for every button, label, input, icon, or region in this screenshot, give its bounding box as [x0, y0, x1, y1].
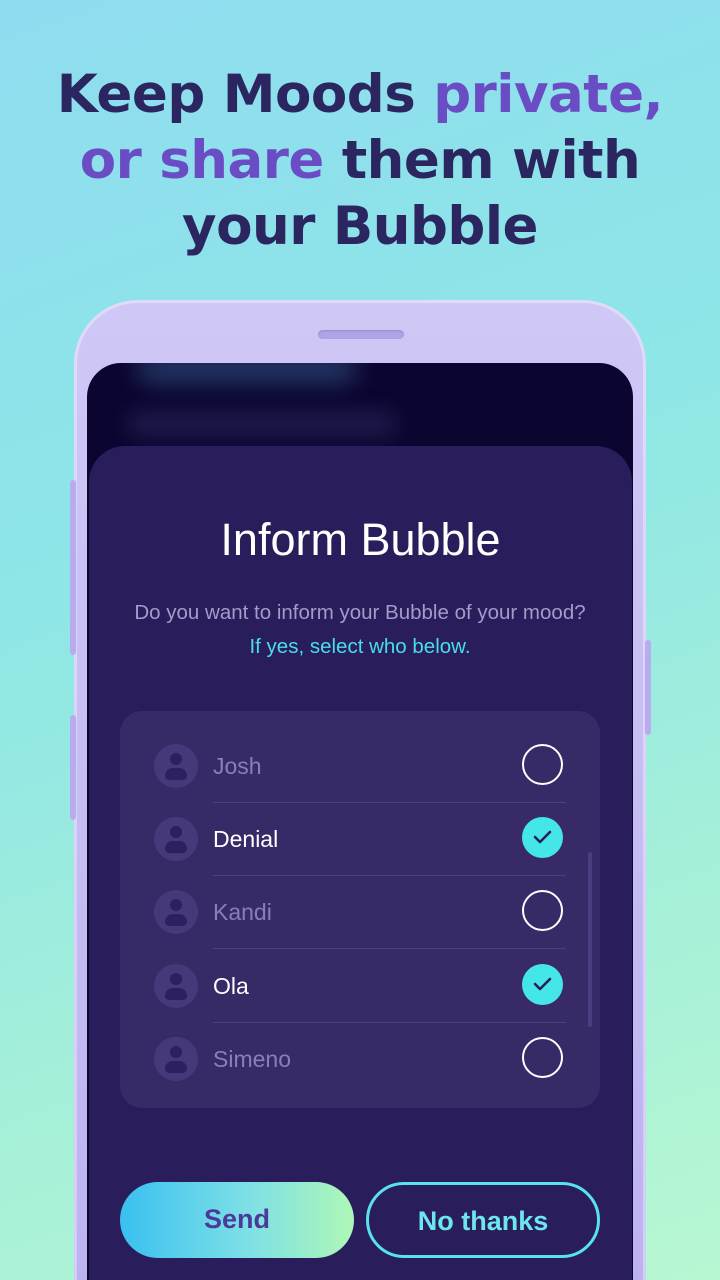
headline-line-1: Keep Moods private,	[56, 64, 664, 125]
phone-side-button	[645, 640, 651, 735]
unchecked-circle-icon[interactable]	[522, 1037, 563, 1078]
avatar-icon	[154, 744, 198, 788]
contact-row-denial[interactable]: Denial	[120, 803, 600, 876]
unchecked-circle-icon[interactable]	[522, 744, 563, 785]
checkmark-icon[interactable]	[522, 964, 563, 1005]
phone-speaker	[318, 330, 404, 339]
row-divider	[213, 948, 566, 949]
avatar-icon	[154, 964, 198, 1008]
contact-row-simeno[interactable]: Simeno	[120, 1023, 600, 1096]
contact-name: Kandi	[213, 899, 272, 925]
avatar-icon	[154, 1037, 198, 1081]
headline-line-2: or share them with	[79, 130, 641, 191]
contact-name: Ola	[213, 973, 249, 999]
promo-headline: Keep Moods private, or share them with y…	[0, 62, 720, 260]
checkmark-icon[interactable]	[522, 817, 563, 858]
avatar-icon	[154, 817, 198, 861]
phone-side-button	[70, 715, 76, 820]
headline-line-3: your Bubble	[182, 196, 538, 257]
list-scrollbar[interactable]	[588, 852, 592, 1027]
contact-name: Denial	[213, 826, 279, 852]
send-button[interactable]: Send	[120, 1182, 354, 1258]
contact-name: Simeno	[213, 1046, 291, 1072]
sheet-title: Inform Bubble	[220, 514, 501, 565]
no-thanks-button[interactable]: No thanks	[366, 1182, 600, 1258]
phone-side-button	[70, 480, 76, 655]
contact-row-ola[interactable]: Ola	[120, 950, 600, 1023]
avatar-icon	[154, 890, 198, 934]
unchecked-circle-icon[interactable]	[522, 890, 563, 931]
contact-row-kandi[interactable]: Kandi	[120, 876, 600, 949]
sheet-description: Do you want to inform your Bubble of you…	[134, 601, 586, 658]
contact-row-josh[interactable]: Josh	[120, 730, 600, 803]
contact-name: Josh	[213, 753, 262, 779]
